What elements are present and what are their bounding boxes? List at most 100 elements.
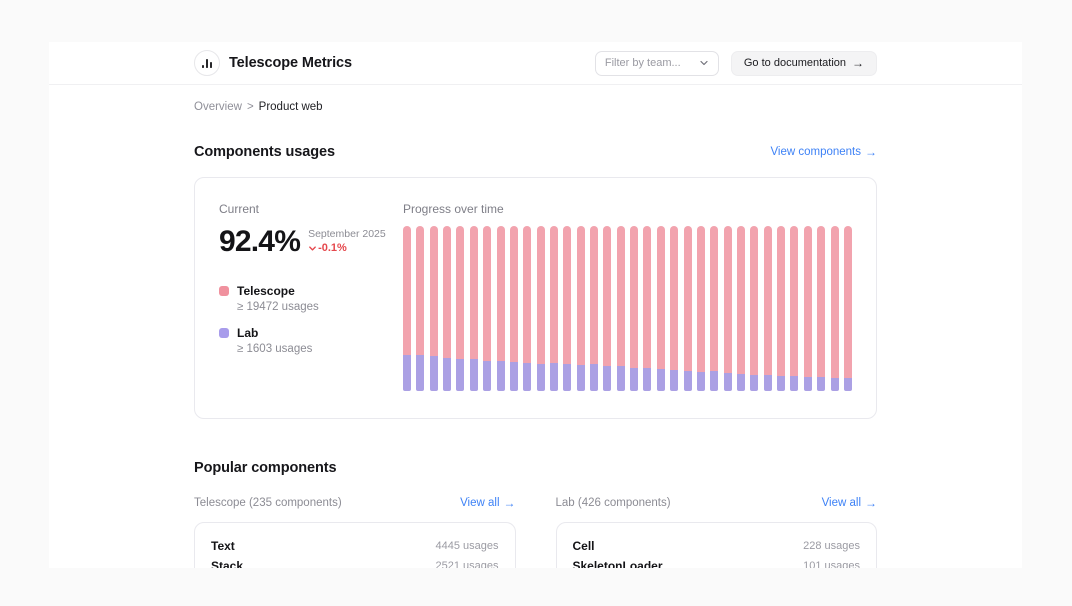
- bar-segment-telescope: [497, 226, 505, 361]
- bar-segment-telescope: [750, 226, 758, 375]
- component-row[interactable]: Stack 2521 usages: [211, 556, 499, 568]
- chart-bar[interactable]: [643, 226, 651, 391]
- bar-segment-lab: [737, 374, 745, 391]
- bar-segment-telescope: [764, 226, 772, 375]
- bar-segment-lab: [670, 370, 678, 391]
- bar-segment-telescope: [483, 226, 491, 361]
- chart-bar[interactable]: [603, 226, 611, 391]
- usages-section-title: Components usages: [194, 144, 335, 160]
- view-components-link[interactable]: View components →: [770, 146, 877, 158]
- chart-bar[interactable]: [443, 226, 451, 391]
- bar-segment-lab: [697, 372, 705, 391]
- chart-bar[interactable]: [577, 226, 585, 391]
- chart-bar[interactable]: [777, 226, 785, 391]
- chart-bar[interactable]: [456, 226, 464, 391]
- usages-section-header: Components usages View components →: [194, 144, 877, 160]
- chart-bar[interactable]: [844, 226, 852, 391]
- chart-bar[interactable]: [430, 226, 438, 391]
- bar-segment-lab: [844, 378, 852, 391]
- chart-bar[interactable]: [764, 226, 772, 391]
- bar-segment-telescope: [657, 226, 665, 369]
- bar-segment-telescope: [817, 226, 825, 377]
- legend-detail: ≥ 1603 usages: [237, 343, 312, 355]
- bar-segment-lab: [523, 363, 531, 391]
- bar-segment-lab: [403, 355, 411, 391]
- chart-bar[interactable]: [537, 226, 545, 391]
- chart-bar[interactable]: [670, 226, 678, 391]
- component-name: Text: [211, 539, 235, 553]
- view-all-link-telescope[interactable]: View all →: [460, 497, 515, 509]
- chart-bar[interactable]: [657, 226, 665, 391]
- chart-bar[interactable]: [684, 226, 692, 391]
- bar-segment-lab: [483, 361, 491, 391]
- bar-segment-lab: [470, 359, 478, 391]
- period-label: September 2025: [308, 228, 386, 240]
- chart-bar[interactable]: [790, 226, 798, 391]
- component-list-telescope: Text 4445 usages Stack 2521 usages: [194, 522, 516, 568]
- chart-bar[interactable]: [710, 226, 718, 391]
- component-row[interactable]: Cell 228 usages: [573, 536, 861, 556]
- lab-swatch: [219, 328, 229, 338]
- legend-name: Lab: [237, 326, 312, 340]
- bar-segment-telescope: [831, 226, 839, 378]
- chart-bar[interactable]: [804, 226, 812, 391]
- chart-bar[interactable]: [403, 226, 411, 391]
- chart-bar[interactable]: [416, 226, 424, 391]
- chart-bar[interactable]: [563, 226, 571, 391]
- breadcrumb: Overview > Product web: [194, 101, 877, 113]
- chart-bar[interactable]: [724, 226, 732, 391]
- bar-segment-lab: [510, 362, 518, 391]
- chart-bar[interactable]: [630, 226, 638, 391]
- component-name: SkeletonLoader: [573, 559, 663, 568]
- team-filter-select[interactable]: Filter by team...: [595, 51, 719, 76]
- chart-bar[interactable]: [510, 226, 518, 391]
- bar-segment-telescope: [603, 226, 611, 366]
- chart-bar[interactable]: [617, 226, 625, 391]
- chart-bar[interactable]: [497, 226, 505, 391]
- chart-bar[interactable]: [750, 226, 758, 391]
- chevron-down-icon: [308, 244, 317, 253]
- bar-segment-telescope: [430, 226, 438, 356]
- chart-bar[interactable]: [523, 226, 531, 391]
- view-all-label: View all: [460, 497, 499, 509]
- bar-segment-telescope: [510, 226, 518, 362]
- bar-segment-telescope: [577, 226, 585, 365]
- bar-segment-lab: [764, 375, 772, 391]
- chart-bar[interactable]: [831, 226, 839, 391]
- bar-segment-lab: [684, 371, 692, 391]
- delta-row: -0.1%: [308, 242, 386, 254]
- chart-bar[interactable]: [697, 226, 705, 391]
- chart-bar[interactable]: [590, 226, 598, 391]
- chart-bar[interactable]: [737, 226, 745, 391]
- usage-card: Current 92.4% September 2025 -0.1%: [194, 177, 877, 419]
- component-row[interactable]: SkeletonLoader 101 usages: [573, 556, 861, 568]
- bar-segment-lab: [577, 365, 585, 391]
- bar-segment-lab: [590, 364, 598, 391]
- bar-segment-lab: [563, 364, 571, 391]
- bar-segment-telescope: [670, 226, 678, 370]
- component-name: Stack: [211, 559, 243, 568]
- popular-group-telescope: Telescope (235 components) View all → Te…: [194, 497, 516, 568]
- bar-chart-icon: [201, 57, 213, 69]
- bar-segment-lab: [430, 356, 438, 391]
- bar-segment-lab: [777, 376, 785, 391]
- bar-segment-telescope: [697, 226, 705, 372]
- delta-value: -0.1%: [318, 242, 347, 254]
- bar-segment-telescope: [630, 226, 638, 368]
- chart-bar[interactable]: [817, 226, 825, 391]
- go-to-documentation-button[interactable]: Go to documentation →: [731, 51, 877, 76]
- chart-legend: Telescope ≥ 19472 usages Lab ≥ 1603 usag…: [219, 284, 403, 355]
- legend-detail: ≥ 19472 usages: [237, 301, 319, 313]
- component-row[interactable]: Text 4445 usages: [211, 536, 499, 556]
- bar-segment-lab: [550, 363, 558, 391]
- page-title: Telescope Metrics: [229, 55, 352, 71]
- breadcrumb-overview[interactable]: Overview: [194, 101, 242, 113]
- group-header: Telescope (235 components) View all →: [194, 497, 516, 509]
- chart-bar[interactable]: [470, 226, 478, 391]
- bar-segment-lab: [416, 355, 424, 391]
- chart-bar[interactable]: [550, 226, 558, 391]
- component-usage-count: 101 usages: [803, 560, 860, 568]
- view-all-link-lab[interactable]: View all →: [822, 497, 877, 509]
- chart-bar[interactable]: [483, 226, 491, 391]
- bar-segment-lab: [617, 366, 625, 391]
